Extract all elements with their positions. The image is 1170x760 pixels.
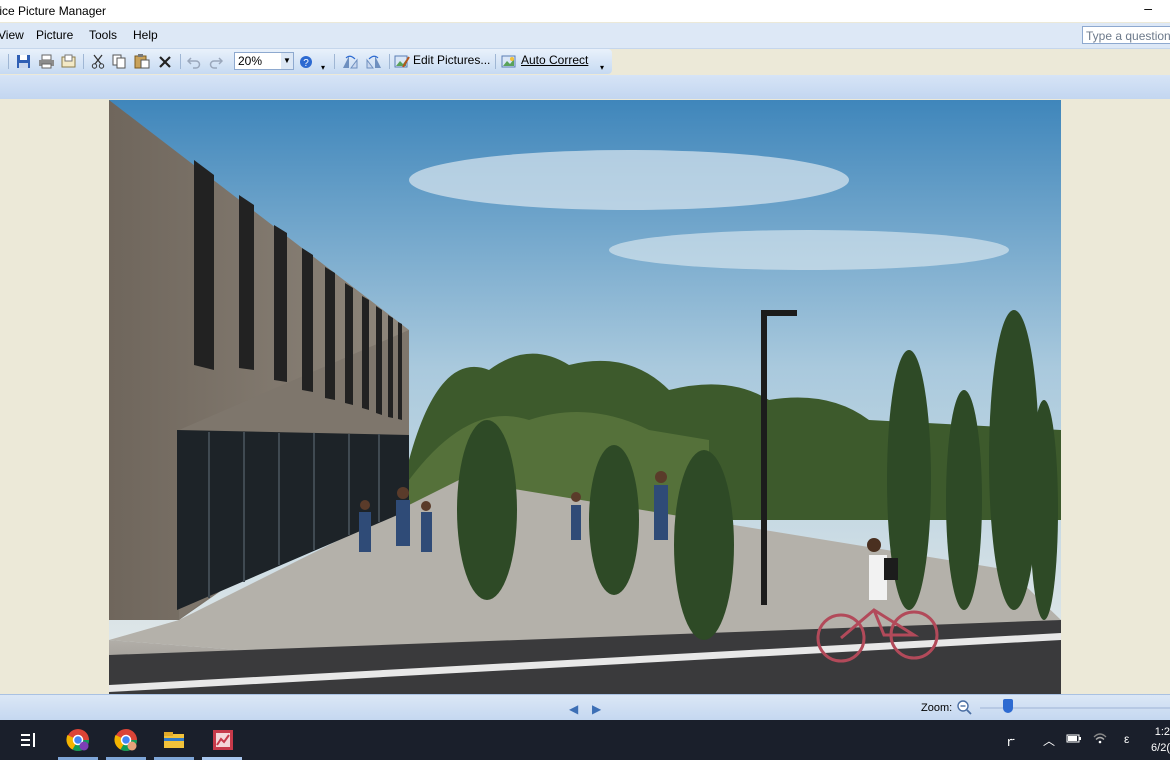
toolbar-separator	[83, 54, 84, 69]
chrome-icon[interactable]	[66, 728, 90, 752]
view-band	[0, 75, 1170, 99]
chevron-up-icon[interactable]: ︿	[1043, 732, 1055, 749]
edit-pictures-button[interactable]: Edit Pictures...	[413, 53, 490, 67]
zoom-slider-thumb[interactable]	[1002, 699, 1013, 713]
system-clock[interactable]: 1:2 6/2(	[1151, 724, 1170, 756]
toolbar-separator	[389, 54, 390, 69]
next-picture-button[interactable]: ▶	[592, 702, 601, 716]
chrome-profile-icon[interactable]	[114, 728, 138, 752]
toolbar-options-chevron-icon[interactable]: ▾	[318, 59, 328, 76]
clock-date: 6/2(	[1151, 742, 1170, 754]
print-icon[interactable]	[36, 53, 56, 70]
windows-taskbar: ꭈ ︿ ε 1:2 6/2(	[0, 720, 1170, 760]
rotate-left-icon[interactable]	[340, 53, 360, 70]
menu-view[interactable]: View	[0, 28, 24, 42]
picture-preview[interactable]	[109, 100, 1061, 694]
rotate-right-icon[interactable]	[364, 53, 384, 70]
ask-question-input[interactable]: Type a question	[1082, 26, 1170, 44]
title-bar: fice Picture Manager –	[0, 0, 1170, 22]
task-view-icon[interactable]	[18, 728, 42, 752]
toolbar-separator	[334, 54, 335, 69]
clock-time: 1:2	[1154, 726, 1170, 738]
delete-icon[interactable]	[156, 53, 174, 70]
toolbar-separator	[180, 54, 181, 69]
wifi-icon[interactable]	[1093, 732, 1107, 747]
toolbar-separator	[8, 54, 9, 69]
menu-bar: View Picture Tools Help	[0, 23, 1170, 49]
copy-icon[interactable]	[110, 53, 128, 70]
auto-correct-button[interactable]: Auto Correct	[521, 53, 588, 67]
undo-icon[interactable]	[185, 53, 203, 70]
menu-picture[interactable]: Picture	[36, 28, 73, 42]
input-language-indicator[interactable]: ε	[1124, 732, 1129, 746]
status-bar: ◀ ▶ Zoom:	[0, 694, 1170, 721]
edit-pictures-icon[interactable]	[393, 53, 411, 70]
picture-manager-icon[interactable]	[211, 728, 235, 752]
toolbar-options-chevron-icon[interactable]: ▾	[597, 59, 607, 76]
paste-icon[interactable]	[132, 53, 152, 70]
redo-icon[interactable]	[207, 53, 225, 70]
zoom-out-icon[interactable]	[956, 699, 972, 718]
svg-text:?: ?	[303, 58, 309, 69]
people-icon[interactable]: ꭈ	[1007, 732, 1015, 750]
zoom-label: Zoom:	[921, 702, 953, 714]
toolbar-separator	[495, 54, 496, 69]
battery-icon[interactable]	[1066, 732, 1082, 747]
menu-help[interactable]: Help	[133, 28, 158, 42]
minimize-button[interactable]: –	[1144, 0, 1152, 16]
chevron-down-icon[interactable]: ▼	[281, 53, 293, 69]
zoom-select-value: 20%	[238, 54, 263, 68]
cut-icon[interactable]	[89, 53, 107, 70]
previous-picture-button[interactable]: ◀	[569, 702, 578, 716]
rendered-photo	[109, 100, 1061, 694]
zoom-select[interactable]: 20% ▼	[234, 52, 294, 70]
email-icon[interactable]	[58, 53, 78, 70]
auto-correct-icon[interactable]	[500, 53, 518, 70]
file-explorer-icon[interactable]	[162, 728, 186, 752]
help-icon[interactable]: ?	[298, 53, 314, 70]
window-title: fice Picture Manager	[0, 4, 107, 18]
save-icon[interactable]	[14, 53, 32, 70]
menu-tools[interactable]: Tools	[89, 28, 117, 42]
